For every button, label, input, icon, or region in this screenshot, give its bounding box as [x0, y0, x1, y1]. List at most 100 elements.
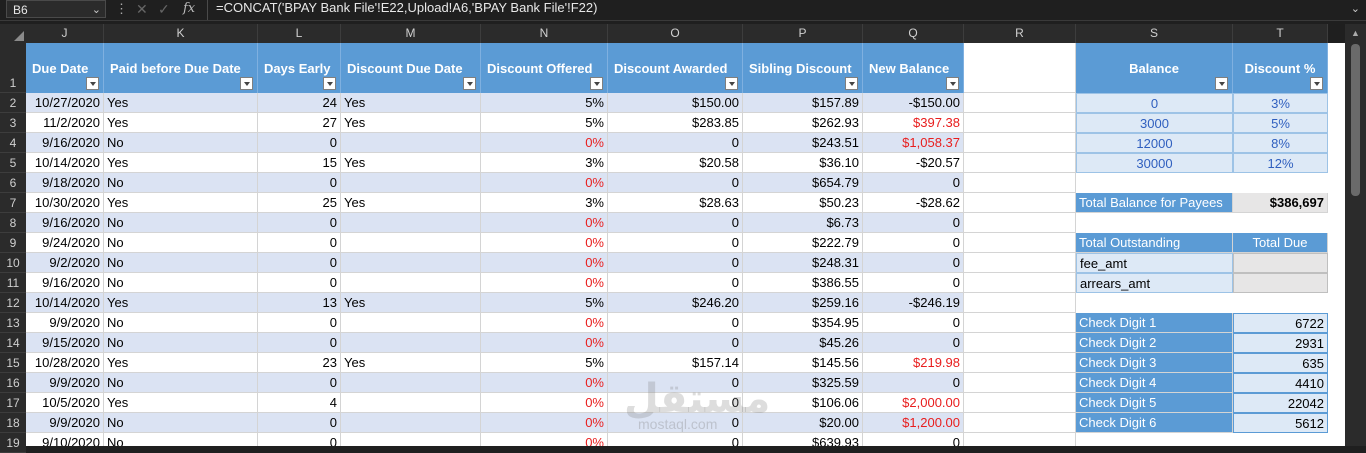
table-cell[interactable]: 10/27/2020 [26, 93, 104, 113]
empty-cell[interactable] [964, 213, 1076, 233]
table-cell[interactable]: Yes [104, 353, 258, 373]
empty-cell[interactable] [964, 43, 1076, 93]
table-cell[interactable]: $157.89 [743, 93, 863, 113]
empty-cell[interactable] [964, 153, 1076, 173]
empty-cell[interactable] [964, 113, 1076, 133]
discount-table-cell[interactable]: 3000 [1076, 113, 1233, 133]
table-cell[interactable]: 0 [258, 373, 341, 393]
table-cell[interactable]: 3% [481, 153, 608, 173]
row-header-7[interactable]: 7 [0, 193, 26, 213]
table-header-cell[interactable]: Days Early [258, 43, 341, 93]
table-cell[interactable]: $157.14 [608, 353, 743, 373]
table-cell[interactable]: Yes [341, 293, 481, 313]
row-header-13[interactable]: 13 [0, 313, 26, 333]
column-header-k[interactable]: K [104, 24, 258, 43]
table-cell[interactable]: 0 [863, 233, 964, 253]
table-cell[interactable]: 9/16/2020 [26, 213, 104, 233]
table-cell[interactable]: -$246.19 [863, 293, 964, 313]
table-cell[interactable]: 27 [258, 113, 341, 133]
row-header-17[interactable]: 17 [0, 393, 26, 413]
name-box[interactable]: B6 ⌄ [6, 0, 106, 18]
table-cell[interactable]: 0 [608, 253, 743, 273]
table-cell[interactable] [341, 253, 481, 273]
table-cell[interactable]: 0 [608, 133, 743, 153]
column-header-m[interactable]: M [341, 24, 481, 43]
table-cell[interactable]: 0 [258, 273, 341, 293]
table-cell[interactable]: 0% [481, 273, 608, 293]
table-cell[interactable] [341, 173, 481, 193]
table-cell[interactable]: 0 [608, 313, 743, 333]
table-cell[interactable]: Yes [341, 193, 481, 213]
table-cell[interactable]: 10/14/2020 [26, 293, 104, 313]
table-cell[interactable]: 13 [258, 293, 341, 313]
formula-input[interactable]: =CONCAT('BPAY Bank File'!E22,Upload!A6,'… [216, 0, 597, 16]
table-cell[interactable]: 0% [481, 393, 608, 413]
table-cell[interactable]: No [104, 253, 258, 273]
row-header-18[interactable]: 18 [0, 413, 26, 433]
filter-dropdown-icon[interactable] [590, 77, 603, 90]
table-cell[interactable]: 11/2/2020 [26, 113, 104, 133]
table-cell[interactable]: 0% [481, 233, 608, 253]
table-cell[interactable]: 0 [863, 433, 964, 446]
table-cell[interactable]: 0% [481, 313, 608, 333]
table-cell[interactable]: 9/10/2020 [26, 433, 104, 446]
column-header-r[interactable]: R [964, 24, 1076, 43]
table-cell[interactable]: 0 [608, 213, 743, 233]
table-cell[interactable]: 0 [608, 273, 743, 293]
table-cell[interactable]: 0% [481, 133, 608, 153]
table-cell[interactable]: -$28.62 [863, 193, 964, 213]
discount-table-cell[interactable]: 5% [1233, 113, 1328, 133]
table-cell[interactable]: -$20.57 [863, 153, 964, 173]
vertical-scrollbar[interactable]: ▲ [1345, 24, 1366, 446]
table-cell[interactable]: 10/5/2020 [26, 393, 104, 413]
table-cell[interactable]: 0 [258, 313, 341, 333]
table-cell[interactable]: Yes [341, 153, 481, 173]
table-cell[interactable] [341, 393, 481, 413]
check-icon[interactable]: ✓ [158, 0, 170, 18]
row-header-6[interactable]: 6 [0, 173, 26, 193]
table-cell[interactable]: 0 [863, 173, 964, 193]
empty-cell[interactable] [964, 333, 1076, 353]
table-cell[interactable]: No [104, 213, 258, 233]
table-cell[interactable]: 9/16/2020 [26, 273, 104, 293]
scroll-up-icon[interactable]: ▲ [1351, 28, 1360, 38]
empty-cell[interactable] [964, 193, 1076, 213]
column-header-t[interactable]: T [1233, 24, 1328, 43]
table-cell[interactable]: $246.20 [608, 293, 743, 313]
filter-dropdown-icon[interactable] [86, 77, 99, 90]
table-cell[interactable]: No [104, 313, 258, 333]
table-cell[interactable]: 3% [481, 193, 608, 213]
table-cell[interactable]: $262.93 [743, 113, 863, 133]
table-cell[interactable]: 0 [258, 333, 341, 353]
row-header-1[interactable]: 1 [0, 43, 26, 93]
table-cell[interactable]: 9/15/2020 [26, 333, 104, 353]
table-cell[interactable]: 0 [258, 173, 341, 193]
empty-cell[interactable] [964, 253, 1076, 273]
empty-cell[interactable] [964, 293, 1076, 313]
spreadsheet-grid[interactable]: Due Date Paid before Due Date Days Early Di… [26, 43, 1345, 446]
filter-dropdown-icon[interactable] [463, 77, 476, 90]
table-cell[interactable]: $219.98 [863, 353, 964, 373]
select-all-corner[interactable] [0, 24, 26, 43]
discount-table-cell[interactable]: 30000 [1076, 153, 1233, 173]
row-header-8[interactable]: 8 [0, 213, 26, 233]
table-cell[interactable]: $20.58 [608, 153, 743, 173]
table-cell[interactable] [341, 413, 481, 433]
row-header-19[interactable]: 19 [0, 433, 26, 453]
table-cell[interactable]: Yes [104, 193, 258, 213]
table-cell[interactable]: $36.10 [743, 153, 863, 173]
table-header-cell[interactable]: Sibling Discount [743, 43, 863, 93]
table-cell[interactable]: 0 [258, 253, 341, 273]
empty-cell[interactable] [964, 353, 1076, 373]
table-cell[interactable]: $248.31 [743, 253, 863, 273]
empty-cell[interactable] [964, 273, 1076, 293]
filter-dropdown-icon[interactable] [323, 77, 336, 90]
column-header-n[interactable]: N [481, 24, 608, 43]
table-cell[interactable]: 0 [863, 253, 964, 273]
table-cell[interactable]: Yes [104, 293, 258, 313]
discount-table-cell[interactable]: 12% [1233, 153, 1328, 173]
table-cell[interactable]: No [104, 133, 258, 153]
table-cell[interactable] [341, 213, 481, 233]
row-header-5[interactable]: 5 [0, 153, 26, 173]
table-cell[interactable] [341, 433, 481, 446]
